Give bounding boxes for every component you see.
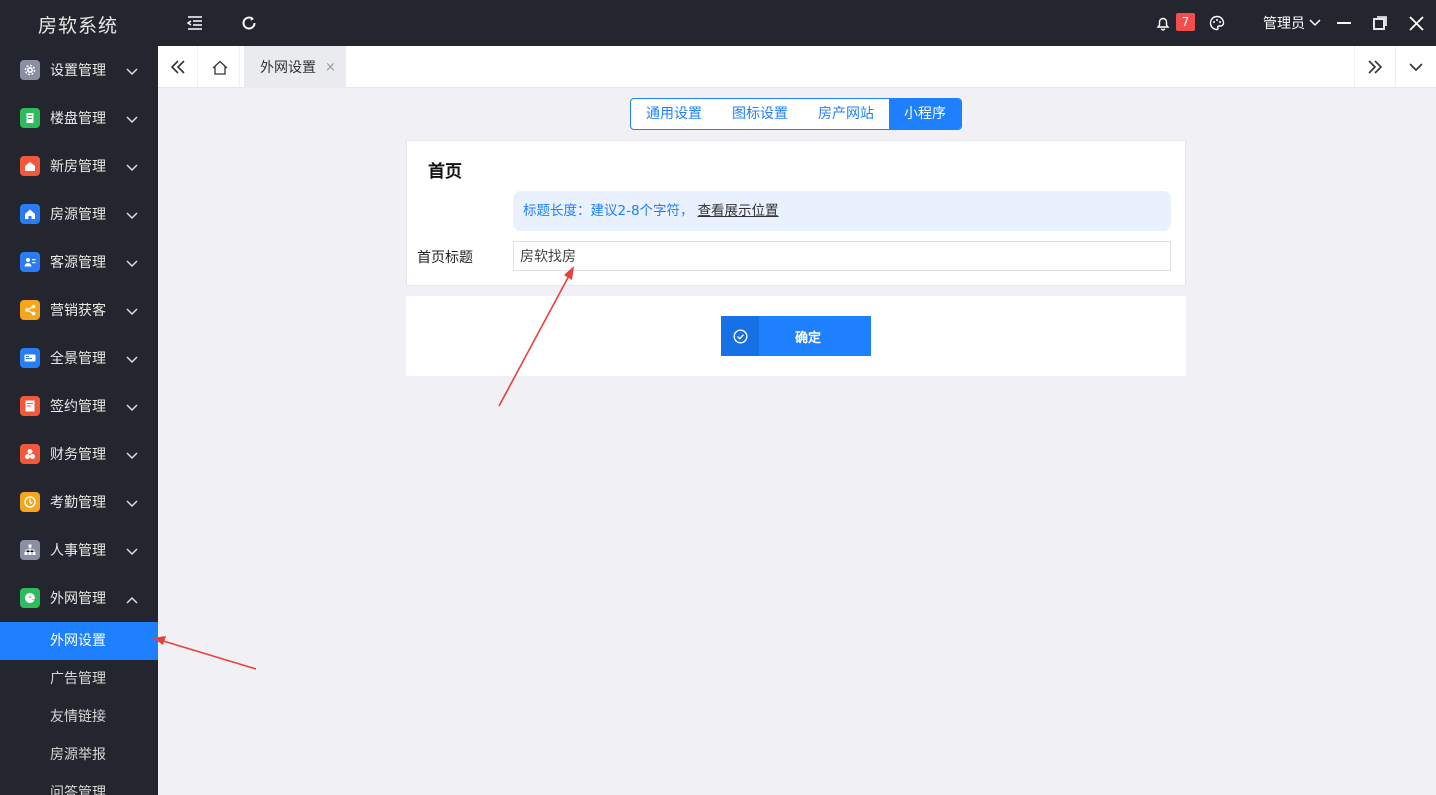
chevron-down-icon [126,208,138,220]
chevron-down-icon [126,112,138,124]
sidebar-item-5[interactable]: 客源管理 [0,238,158,286]
gear-icon [20,60,40,80]
web-icon [20,588,40,608]
sidebar-item-label: 财务管理 [50,447,106,463]
scroll-tabs-left-icon[interactable] [158,46,198,88]
maximize-icon[interactable] [1370,13,1390,33]
settings-tabs: 通用设置 图标设置 房产网站 小程序 [630,98,962,130]
refresh-icon[interactable] [239,13,259,33]
tabs-bar: 外网设置 × [158,46,1436,88]
action-panel: 确定 [406,296,1186,376]
sidebar-item-6[interactable]: 营销获客 [0,286,158,334]
section-title: 首页 [428,162,462,182]
sidebar-item-12[interactable]: 外网管理 [0,574,158,622]
theme-palette-icon[interactable] [1207,13,1227,33]
submenu-item-2[interactable]: 广告管理 [0,660,158,698]
home-icon [20,204,40,224]
top-bar: 房软系统 7 管理员 [0,0,1436,46]
home-icon[interactable] [200,46,240,88]
submenu-item-4[interactable]: 房源举报 [0,736,158,774]
view-position-link[interactable]: 查看展示位置 [698,203,779,219]
notification-badge: 7 [1176,13,1195,31]
close-window-icon[interactable] [1406,13,1426,33]
share-icon [20,300,40,320]
sidebar-item-11[interactable]: 人事管理 [0,526,158,574]
sidebar-item-label: 人事管理 [50,543,106,559]
tab-label: 外网设置 [260,60,316,76]
sidebar-item-label: 考勤管理 [50,495,106,511]
homepage-title-input[interactable] [513,241,1171,271]
settings-tab-2[interactable]: 图标设置 [717,99,803,129]
sidebar-item-9[interactable]: 财务管理 [0,430,158,478]
chevron-down-icon [126,544,138,556]
tip-text: 标题长度：建议2-8个字符， [523,203,694,219]
sidebar-item-label: 设置管理 [50,63,106,79]
chevron-down-icon [126,496,138,508]
sidebar-item-label: 客源管理 [50,255,106,271]
chevron-down-icon [126,304,138,316]
settings-tab-1[interactable]: 通用设置 [631,99,717,129]
confirm-button[interactable]: 确定 [721,316,871,356]
contract-icon [20,396,40,416]
chevron-down-icon [126,448,138,460]
panorama-icon [20,348,40,368]
annotation-arrow-to-menu [153,636,257,670]
sidebar-item-3[interactable]: 新房管理 [0,142,158,190]
sidebar-item-label: 签约管理 [50,399,106,415]
sidebar-item-4[interactable]: 房源管理 [0,190,158,238]
check-circle-icon [721,316,759,356]
minimize-icon[interactable] [1334,13,1354,33]
chevron-down-icon [126,64,138,76]
sidebar: 设置管理楼盘管理新房管理房源管理客源管理营销获客全景管理签约管理财务管理考勤管理… [0,46,158,795]
sidebar-item-10[interactable]: 考勤管理 [0,478,158,526]
sidebar-item-7[interactable]: 全景管理 [0,334,158,382]
tab-outer-network-settings[interactable]: 外网设置 × [244,46,346,88]
sidebar-item-2[interactable]: 楼盘管理 [0,94,158,142]
bell-icon[interactable] [1153,13,1173,33]
close-tab-icon[interactable]: × [325,60,336,75]
tabs-menu-chevron-icon[interactable] [1395,46,1435,88]
submenu-item-5[interactable]: 问答管理 [0,774,158,795]
building-icon [20,108,40,128]
settings-tab-4[interactable]: 小程序 [889,99,961,129]
chevron-down-icon [126,256,138,268]
submenu-item-3[interactable]: 友情链接 [0,698,158,736]
chevron-down-icon [126,400,138,412]
sidebar-item-label: 新房管理 [50,159,106,175]
confirm-label: 确定 [794,330,821,346]
chevron-up-icon [126,592,138,604]
sidebar-item-8[interactable]: 签约管理 [0,382,158,430]
scroll-tabs-right-icon[interactable] [1354,46,1394,88]
chevron-down-icon [1309,19,1321,27]
sidebar-item-label: 外网管理 [50,591,106,607]
user-menu[interactable]: 管理员 [1263,13,1321,33]
homepage-title-label: 首页标题 [417,250,473,266]
finance-icon [20,444,40,464]
submenu-item-1[interactable]: 外网设置 [0,622,158,660]
clock-icon [20,492,40,512]
house-new-icon [20,156,40,176]
sidebar-item-label: 营销获客 [50,303,106,319]
app-title: 房软系统 [38,15,119,37]
sidebar-item-1[interactable]: 设置管理 [0,46,158,94]
mini-program-form: 首页 标题长度：建议2-8个字符， 查看展示位置 首页标题 [406,140,1186,286]
collapse-menu-icon[interactable] [185,13,205,33]
tip-box: 标题长度：建议2-8个字符， 查看展示位置 [513,191,1171,231]
sidebar-item-label: 房源管理 [50,207,106,223]
org-chart-icon [20,540,40,560]
settings-tab-3[interactable]: 房产网站 [803,99,889,129]
contacts-icon [20,252,40,272]
sidebar-item-label: 楼盘管理 [50,111,106,127]
sidebar-item-label: 全景管理 [50,351,106,367]
user-name: 管理员 [1263,16,1305,32]
chevron-down-icon [126,160,138,172]
chevron-down-icon [126,352,138,364]
